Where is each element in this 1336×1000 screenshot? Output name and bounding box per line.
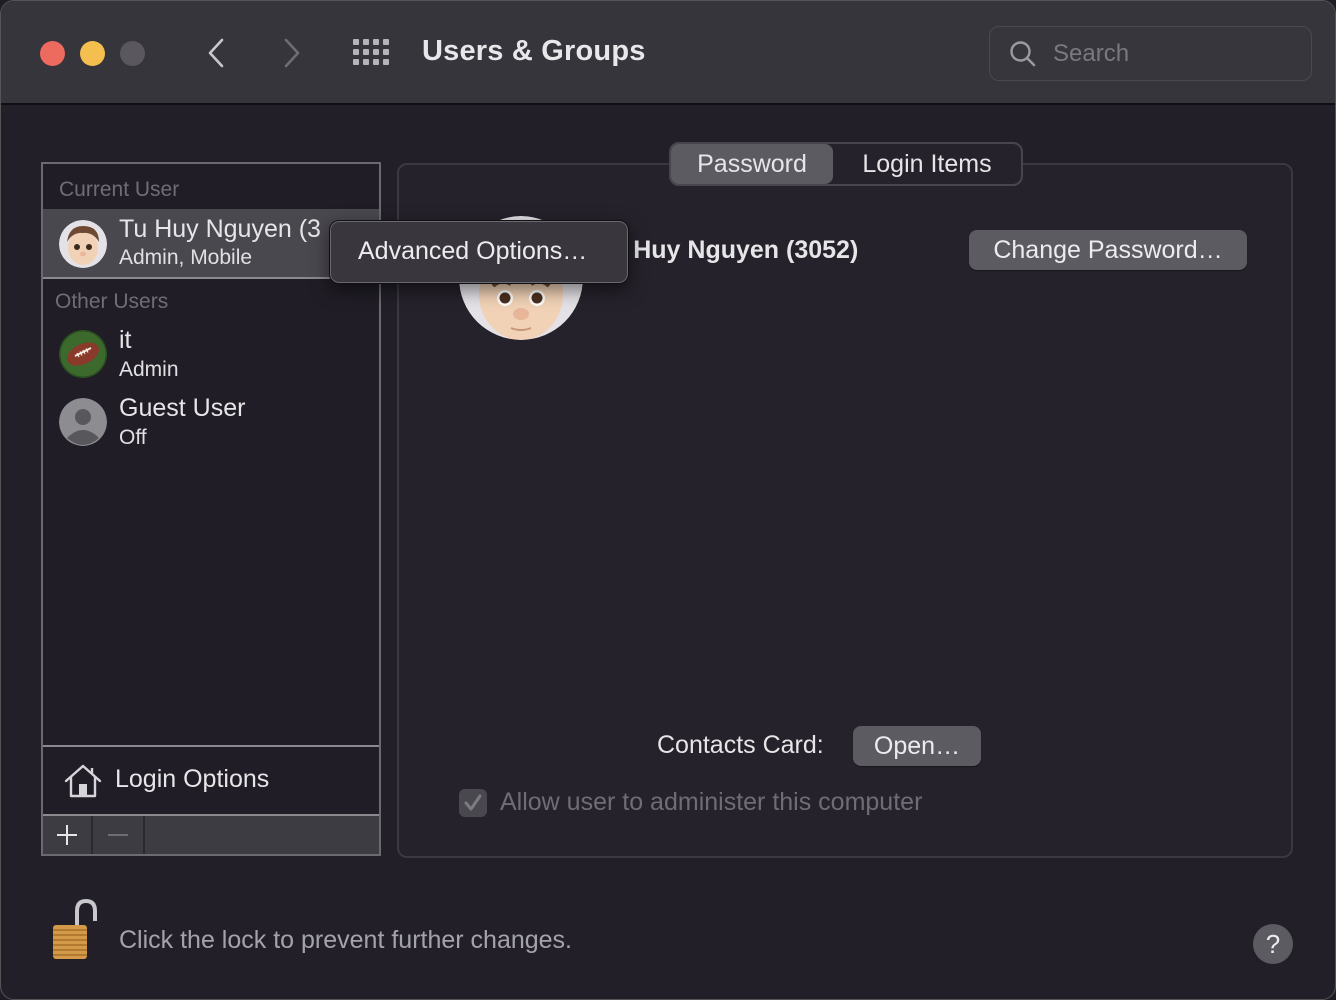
search-field[interactable] [989,26,1312,81]
system-preferences-window: Users & Groups Current User Tu Huy Nguye… [0,0,1336,1000]
user-role: Admin [119,358,179,381]
other-users-heading: Other Users [55,290,169,313]
user-name: it [119,326,132,354]
change-password-button[interactable]: Change Password… [969,230,1247,270]
remove-user-button[interactable] [93,816,145,854]
minimize-window-button[interactable] [80,41,105,66]
zoom-window-button[interactable] [120,41,145,66]
tab-password[interactable]: Password [671,144,833,184]
window-title: Users & Groups [422,35,646,67]
tab-bar: Password Login Items [669,142,1023,186]
context-menu: Advanced Options… [329,220,629,284]
login-options-item[interactable]: Login Options [43,745,379,814]
close-window-button[interactable] [40,41,65,66]
menu-item-advanced-options[interactable]: Advanced Options… [358,237,587,266]
user-row-guest[interactable]: Guest User Off [43,390,379,460]
chevron-left-icon [208,38,224,68]
open-contacts-card-button[interactable]: Open… [853,726,981,766]
show-all-button[interactable] [353,39,391,67]
unlocked-padlock-icon [53,898,97,959]
list-toolbar [43,814,379,854]
login-options-label: Login Options [115,765,270,793]
chevron-right-icon [284,38,300,68]
person-icon [59,398,107,446]
user-full-name: u Huy Nguyen (3052) [611,236,859,264]
memoji-avatar [59,220,107,268]
user-name: Tu Huy Nguyen (3 [119,215,321,243]
add-user-button[interactable] [43,816,93,854]
checkmark-icon [464,794,482,810]
checkbox[interactable] [459,788,487,817]
title-bar: Users & Groups [1,1,1335,105]
allow-admin-label: Allow user to administer this computer [500,788,923,816]
user-row-it[interactable]: it Admin [43,322,379,392]
contacts-card-label: Contacts Card: [657,731,824,759]
back-button[interactable] [201,35,231,71]
minus-icon [108,834,128,836]
lock-status-text: Click the lock to prevent further change… [119,926,573,954]
house-icon [64,764,102,798]
allow-admin-checkbox[interactable]: Allow user to administer this computer [459,788,922,817]
plus-icon [57,825,77,845]
user-role: Admin, Mobile [119,246,253,269]
search-input[interactable] [1051,38,1295,69]
user-role: Off [119,426,147,449]
help-button[interactable]: ? [1253,924,1293,964]
user-name: Guest User [119,394,246,422]
current-user-heading: Current User [59,178,180,201]
lock-button[interactable] [49,898,101,966]
search-icon [1010,40,1036,66]
tab-login-items[interactable]: Login Items [833,144,1021,184]
grid-icon [353,39,359,45]
football-avatar [59,330,107,378]
forward-button[interactable] [277,35,307,71]
